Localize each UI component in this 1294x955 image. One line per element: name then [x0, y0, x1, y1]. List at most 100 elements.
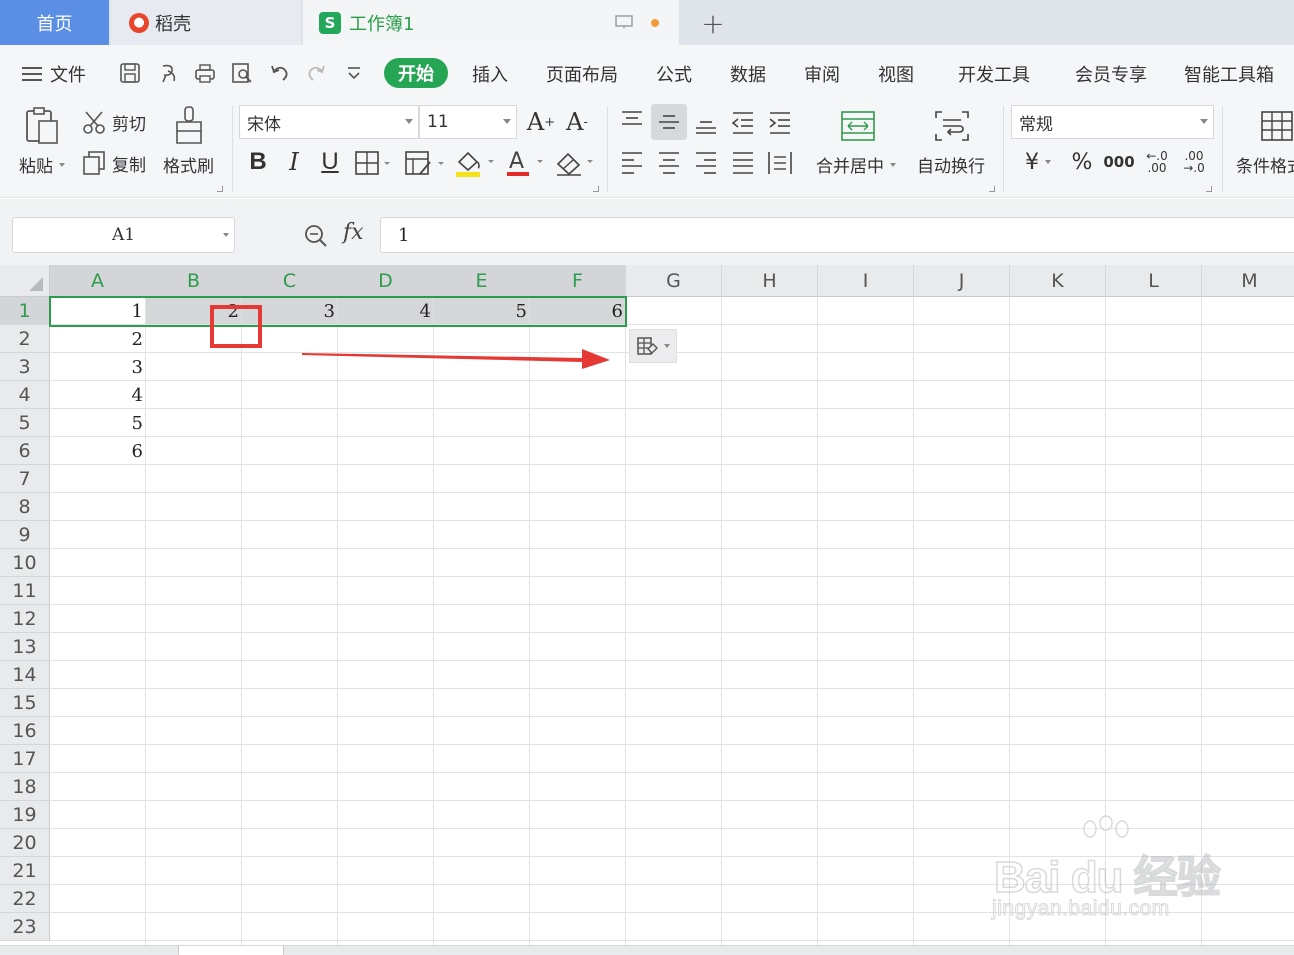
row-header-20[interactable]: 20	[0, 829, 50, 857]
align-top-icon[interactable]	[618, 108, 646, 134]
export-pdf-icon[interactable]	[158, 62, 180, 84]
justify-icon[interactable]	[729, 150, 757, 176]
ribbon-tab-formulas[interactable]: 公式	[656, 61, 692, 87]
row-header-3[interactable]: 3	[0, 353, 50, 381]
print-preview-icon[interactable]	[231, 62, 253, 84]
ribbon-tab-developer[interactable]: 开发工具	[958, 61, 1030, 87]
ribbon-tab-smart-toolbox[interactable]: 智能工具箱	[1184, 61, 1274, 87]
print-icon[interactable]	[194, 62, 216, 84]
cell-a3[interactable]: 3	[50, 353, 146, 381]
zoom-search-icon[interactable]	[303, 223, 329, 249]
ribbon-tab-member[interactable]: 会员专享	[1075, 61, 1147, 87]
copy-button[interactable]: 复制	[82, 150, 146, 176]
font-color-icon[interactable]: A	[505, 148, 547, 178]
column-header-f[interactable]: F	[530, 265, 626, 297]
row-header-14[interactable]: 14	[0, 661, 50, 689]
clear-format-icon[interactable]	[555, 148, 597, 178]
ribbon-tab-data[interactable]: 数据	[730, 61, 766, 87]
row-header-17[interactable]: 17	[0, 745, 50, 773]
borders-icon[interactable]	[354, 150, 392, 176]
column-header-l[interactable]: L	[1106, 265, 1202, 297]
cell-a2[interactable]: 2	[50, 325, 146, 353]
currency-icon[interactable]: ¥	[1018, 146, 1058, 178]
row-header-11[interactable]: 11	[0, 577, 50, 605]
file-menu[interactable]: 文件	[22, 61, 86, 87]
conditional-format-icon[interactable]	[1260, 110, 1294, 142]
decrease-indent-icon[interactable]	[729, 110, 757, 136]
row-header-22[interactable]: 22	[0, 885, 50, 913]
align-center-icon[interactable]	[655, 150, 683, 176]
tab-home[interactable]: 首页	[0, 0, 109, 45]
row-header-2[interactable]: 2	[0, 325, 50, 353]
column-header-a[interactable]: A	[50, 265, 146, 297]
redo-icon[interactable]	[305, 62, 327, 84]
increase-decimal-icon[interactable]: ←.0.00	[1141, 146, 1173, 178]
row-header-19[interactable]: 19	[0, 801, 50, 829]
number-format-combo[interactable]: 常规	[1011, 105, 1214, 139]
conditional-format-button[interactable]: 条件格式	[1236, 152, 1294, 177]
wrap-text-button[interactable]: 自动换行	[917, 152, 985, 177]
row-header-23[interactable]: 23	[0, 913, 50, 941]
row-header-6[interactable]: 6	[0, 437, 50, 465]
row-header-12[interactable]: 12	[0, 605, 50, 633]
new-tab-plus-icon[interactable]: +	[698, 7, 728, 40]
row-header-13[interactable]: 13	[0, 633, 50, 661]
decrease-decimal-icon[interactable]: .00 →.0	[1178, 146, 1210, 178]
bold-icon[interactable]: B	[245, 146, 271, 178]
cell-a6[interactable]: 6	[50, 437, 146, 465]
row-header-1[interactable]: 1	[0, 297, 50, 325]
row-header-5[interactable]: 5	[0, 409, 50, 437]
italic-icon[interactable]: I	[281, 146, 307, 178]
monitor-icon[interactable]	[615, 15, 633, 29]
column-header-m[interactable]: M	[1202, 265, 1294, 297]
percent-icon[interactable]: %	[1068, 146, 1096, 178]
row-header-4[interactable]: 4	[0, 381, 50, 409]
undo-icon[interactable]	[269, 62, 291, 84]
column-header-c[interactable]: C	[242, 265, 338, 297]
row-header-7[interactable]: 7	[0, 465, 50, 493]
paste-button[interactable]: 粘贴	[19, 152, 65, 177]
ribbon-tab-insert[interactable]: 插入	[472, 61, 508, 87]
save-icon[interactable]	[119, 62, 141, 84]
ribbon-tab-start[interactable]: 开始	[384, 58, 448, 88]
cell-style-icon[interactable]	[404, 150, 446, 176]
align-right-icon[interactable]	[692, 150, 720, 176]
merge-center-icon[interactable]	[840, 110, 876, 142]
clipboard-group-launcher[interactable]	[217, 186, 223, 192]
tab-daoke[interactable]: ● 稻壳	[111, 0, 301, 45]
formula-input[interactable]: 1	[380, 217, 1294, 253]
merge-center-button[interactable]: 合并居中	[816, 152, 896, 177]
thousands-separator-icon[interactable]: 000	[1103, 146, 1135, 178]
row-header-8[interactable]: 8	[0, 493, 50, 521]
cell-a5[interactable]: 5	[50, 409, 146, 437]
column-header-g[interactable]: G	[626, 265, 722, 297]
increase-font-size-icon[interactable]: A +	[527, 106, 555, 138]
row-header-21[interactable]: 21	[0, 857, 50, 885]
column-header-k[interactable]: K	[1010, 265, 1106, 297]
column-header-b[interactable]: B	[146, 265, 242, 297]
column-header-h[interactable]: H	[722, 265, 818, 297]
row-header-18[interactable]: 18	[0, 773, 50, 801]
column-header-j[interactable]: J	[914, 265, 1010, 297]
select-all-corner[interactable]	[0, 265, 50, 297]
format-painter-button[interactable]: 格式刷	[163, 152, 214, 177]
align-middle-button[interactable]	[651, 104, 687, 140]
wrap-text-icon[interactable]	[934, 110, 970, 142]
cell-a4[interactable]: 4	[50, 381, 146, 409]
row-header-9[interactable]: 9	[0, 521, 50, 549]
row-header-16[interactable]: 16	[0, 717, 50, 745]
ribbon-tab-page-layout[interactable]: 页面布局	[546, 61, 618, 87]
alignment-group-launcher[interactable]	[989, 186, 995, 192]
distributed-align-icon[interactable]	[766, 150, 794, 176]
fill-color-icon[interactable]	[454, 148, 496, 178]
number-group-launcher[interactable]	[1206, 186, 1212, 192]
row-header-15[interactable]: 15	[0, 689, 50, 717]
format-painter-icon[interactable]	[172, 105, 208, 147]
font-group-launcher[interactable]	[593, 186, 599, 192]
insert-function-button[interactable]: fx	[343, 220, 364, 245]
align-bottom-icon[interactable]	[692, 110, 720, 136]
ribbon-tab-review[interactable]: 审阅	[804, 61, 840, 87]
row-header-10[interactable]: 10	[0, 549, 50, 577]
increase-indent-icon[interactable]	[766, 110, 794, 136]
paste-options-button[interactable]	[629, 329, 677, 363]
